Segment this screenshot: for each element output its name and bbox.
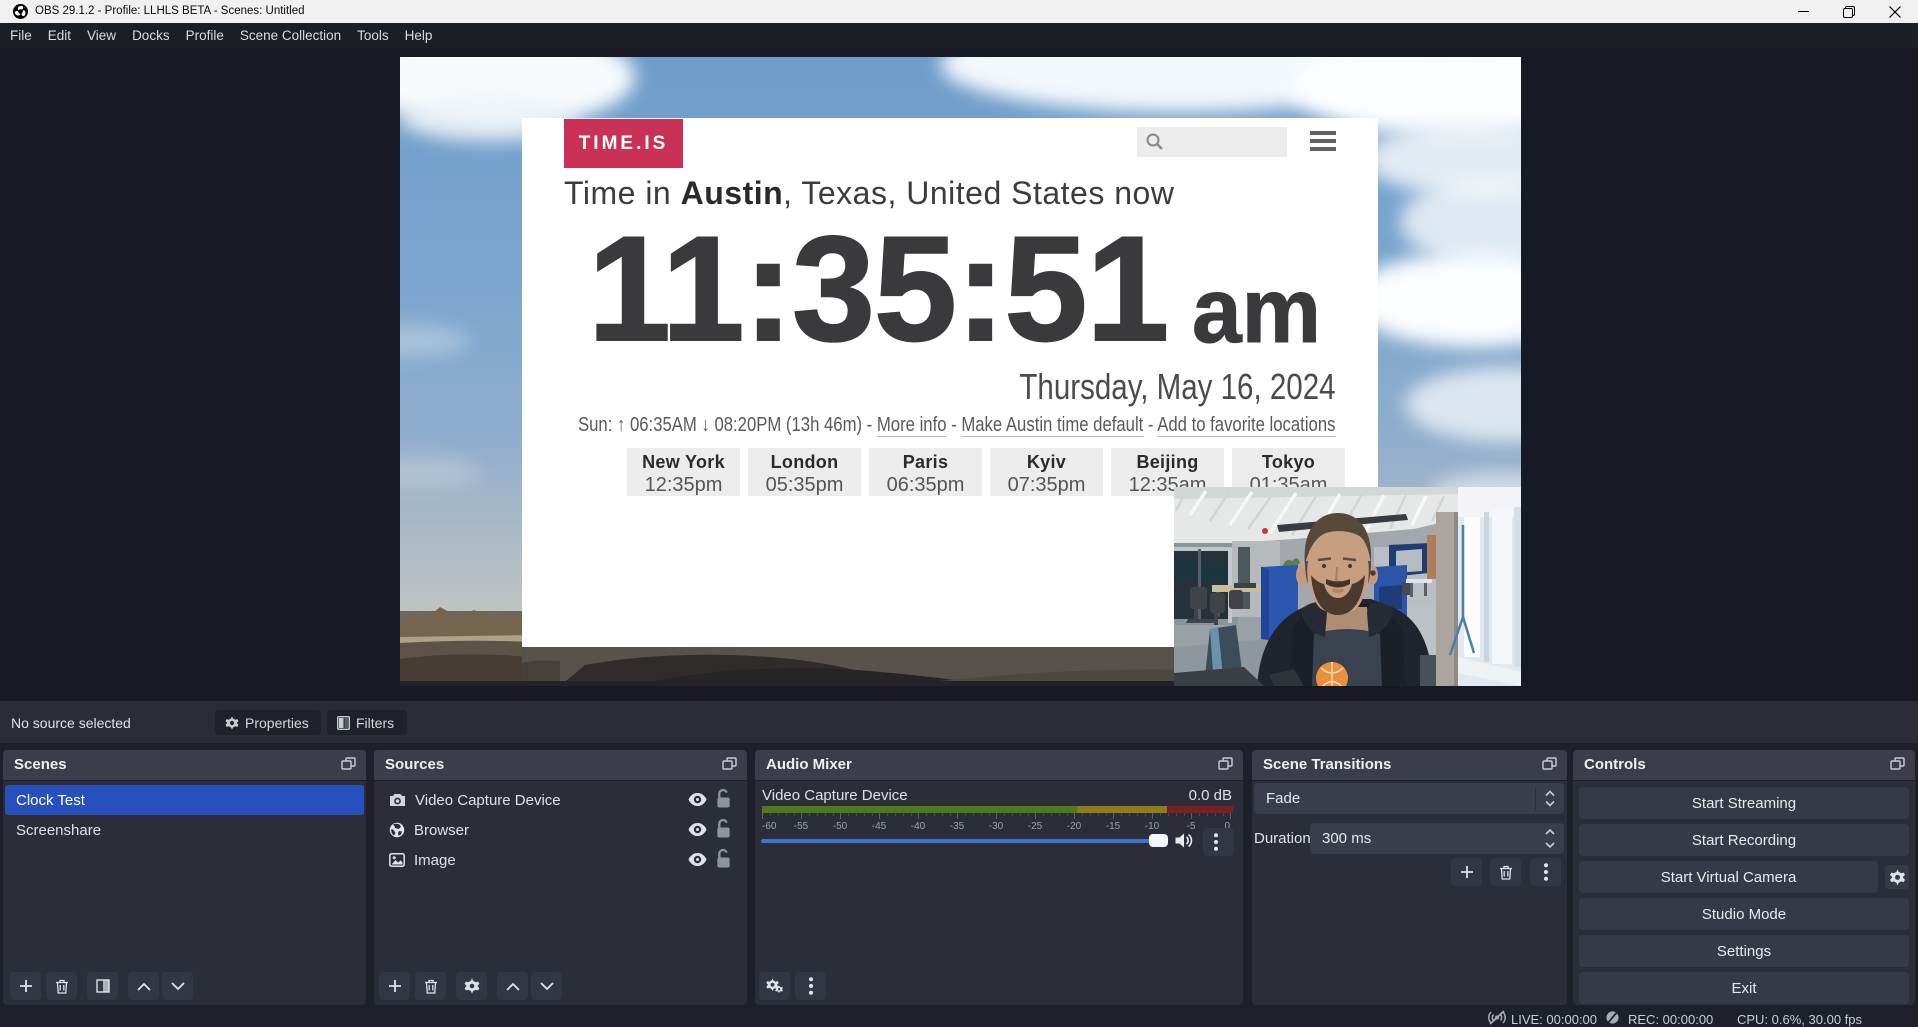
svg-text:-55: -55 xyxy=(794,821,809,832)
svg-text:-45: -45 xyxy=(872,821,887,832)
svg-text:-50: -50 xyxy=(833,821,848,832)
svg-text:-10: -10 xyxy=(1145,821,1160,832)
svg-text:-5: -5 xyxy=(1187,821,1196,832)
svg-text:-20: -20 xyxy=(1067,821,1082,832)
svg-text:-25: -25 xyxy=(1028,821,1043,832)
svg-text:-15: -15 xyxy=(1106,821,1121,832)
svg-text:-30: -30 xyxy=(989,821,1004,832)
svg-text:-35: -35 xyxy=(950,821,965,832)
svg-text:-60: -60 xyxy=(762,821,777,832)
svg-text:-40: -40 xyxy=(911,821,926,832)
